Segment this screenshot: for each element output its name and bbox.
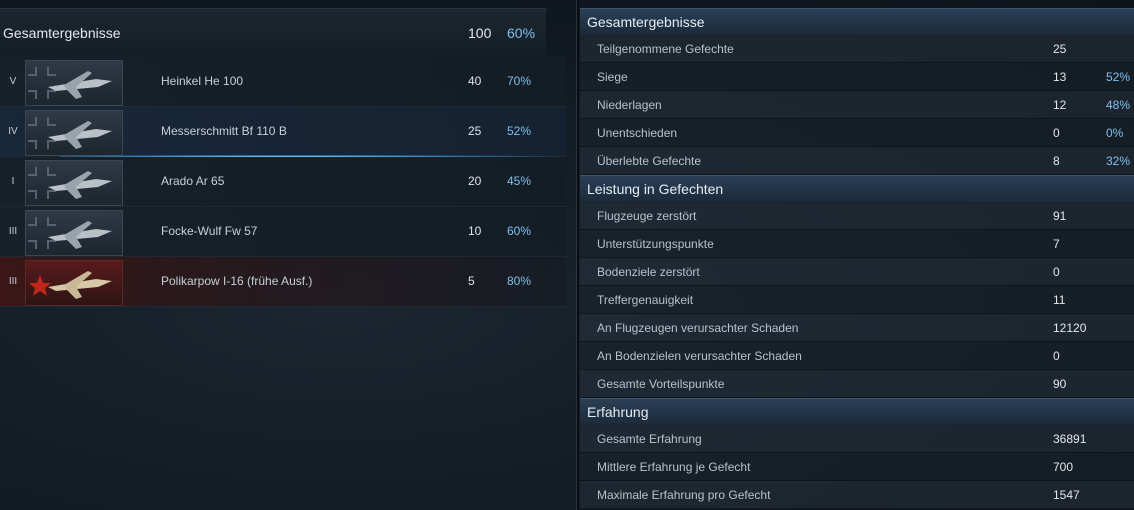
aircraft-row[interactable]: I Arado Ar 65 20 45% — [0, 157, 566, 207]
stat-value: 12 — [1053, 98, 1067, 112]
stat-row: Niederlagen 12 48% — [580, 91, 1134, 119]
section-title: Leistung in Gefechten — [587, 181, 724, 197]
stat-row: Gesamte Erfahrung 36891 — [580, 425, 1134, 453]
stat-value: 0 — [1053, 126, 1060, 140]
aircraft-panel: Gesamtergebnisse 100 60% V Heinkel He 100… — [0, 0, 566, 510]
balkenkreuz-icon — [28, 217, 56, 249]
stat-row: Mittlere Erfahrung je Gefecht 700 — [580, 453, 1134, 481]
aircraft-battle-count: 40 — [468, 74, 482, 88]
balkenkreuz-icon — [28, 167, 56, 199]
aircraft-name: Focke-Wulf Fw 57 — [161, 224, 258, 238]
stat-row: Maximale Erfahrung pro Gefecht 1547 — [580, 481, 1134, 509]
stat-percentage: 48% — [1106, 98, 1131, 112]
aircraft-thumbnail — [25, 260, 123, 306]
aircraft-battle-count: 25 — [468, 124, 482, 138]
section-title: Erfahrung — [587, 404, 649, 420]
aircraft-thumbnail — [25, 160, 123, 206]
aircraft-row[interactable]: V Heinkel He 100 40 70% — [0, 57, 566, 107]
stat-value: 8 — [1053, 154, 1060, 168]
stat-percentage: 32% — [1106, 154, 1131, 168]
stat-percentage: 0% — [1106, 126, 1124, 140]
aircraft-thumbnail — [25, 110, 123, 156]
section-title: Gesamtergebnisse — [587, 14, 705, 30]
aircraft-thumbnail — [25, 60, 123, 106]
stat-label: Überlebte Gefechte — [597, 154, 702, 168]
aircraft-win-rate: 70% — [507, 74, 532, 88]
stat-value: 12120 — [1053, 321, 1087, 335]
stat-row: Teilgenommene Gefechte 25 — [580, 35, 1134, 63]
aircraft-battle-count: 20 — [468, 174, 482, 188]
stat-row: Gesamte Vorteilspunkte 90 — [580, 370, 1134, 398]
aircraft-row[interactable]: IV Messerschmitt Bf 110 B 25 52% — [0, 107, 566, 158]
stat-value: 0 — [1053, 349, 1060, 363]
aircraft-summary-header: Gesamtergebnisse 100 60% — [0, 8, 546, 58]
stat-row: Überlebte Gefechte 8 32% — [580, 147, 1134, 175]
aircraft-name: Heinkel He 100 — [161, 74, 244, 88]
stat-percentage: 52% — [1106, 70, 1131, 84]
stat-row: Unterstützungspunkte 7 — [580, 230, 1134, 258]
stat-value: 91 — [1053, 209, 1067, 223]
section-header: Erfahrung — [580, 398, 1134, 426]
stat-row: An Flugzeugen verursachter Schaden 12120 — [580, 314, 1134, 342]
panel-divider — [576, 0, 579, 510]
stat-label: Gesamte Erfahrung — [597, 432, 702, 446]
stat-label: Siege — [597, 70, 628, 84]
stat-value: 13 — [1053, 70, 1067, 84]
summary-battle-count: 100 — [468, 25, 492, 41]
stat-value: 36891 — [1053, 432, 1087, 446]
stat-label: Mittlere Erfahrung je Gefecht — [597, 460, 751, 474]
stat-row: Siege 13 52% — [580, 63, 1134, 91]
balkenkreuz-icon — [28, 67, 56, 99]
aircraft-battle-count: 5 — [468, 274, 475, 288]
aircraft-tier: III — [8, 276, 18, 287]
aircraft-name: Polikarpow I-16 (frühe Ausf.) — [161, 274, 313, 288]
aircraft-thumbnail — [25, 210, 123, 256]
section-header: Gesamtergebnisse — [580, 8, 1134, 36]
summary-win-rate: 60% — [507, 25, 536, 41]
stat-value: 11 — [1053, 293, 1066, 307]
aircraft-win-rate: 52% — [507, 124, 532, 138]
stat-row: Bodenziele zerstört 0 — [580, 258, 1134, 286]
stat-label: Niederlagen — [597, 98, 662, 112]
stat-value: 0 — [1053, 265, 1060, 279]
stat-row: Unentschieden 0 0% — [580, 119, 1134, 147]
balkenkreuz-icon — [28, 117, 56, 149]
aircraft-name: Arado Ar 65 — [161, 174, 225, 188]
aircraft-win-rate: 60% — [507, 224, 532, 238]
aircraft-tier: V — [9, 76, 17, 87]
aircraft-win-rate: 80% — [507, 274, 532, 288]
stat-row: Treffergenauigkeit 11 — [580, 286, 1134, 314]
stat-value: 25 — [1053, 42, 1067, 56]
section-header: Leistung in Gefechten — [580, 175, 1134, 203]
stat-label: Bodenziele zerstört — [597, 265, 700, 279]
stat-row: An Bodenzielen verursachter Schaden 0 — [580, 342, 1134, 370]
stat-label: Maximale Erfahrung pro Gefecht — [597, 488, 771, 502]
stat-value: 7 — [1053, 237, 1060, 251]
stat-label: Treffergenauigkeit — [597, 293, 694, 307]
stat-value: 1547 — [1053, 488, 1080, 502]
stat-label: Flugzeuge zerstört — [597, 209, 697, 223]
summary-title: Gesamtergebnisse — [3, 25, 121, 41]
aircraft-row[interactable]: III Focke-Wulf Fw 57 10 60% — [0, 207, 566, 257]
aircraft-tier: IV — [8, 126, 18, 137]
stat-label: An Flugzeugen verursachter Schaden — [597, 321, 799, 335]
aircraft-tier: III — [8, 226, 18, 237]
stat-value: 700 — [1053, 460, 1074, 474]
stat-label: An Bodenzielen verursachter Schaden — [597, 349, 802, 363]
stat-label: Teilgenommene Gefechte — [597, 42, 734, 56]
stat-row: Flugzeuge zerstört 91 — [580, 202, 1134, 230]
aircraft-row[interactable]: III Polikarpow I-16 (frühe Ausf.) 5 80% — [0, 257, 566, 307]
statistics-panel: Gesamtergebnisse Teilgenommene Gefechte 25… — [580, 0, 1134, 510]
aircraft-battle-count: 10 — [468, 224, 482, 238]
stat-label: Unterstützungspunkte — [597, 237, 714, 251]
stat-label: Gesamte Vorteilspunkte — [597, 377, 725, 391]
stat-label: Unentschieden — [597, 126, 678, 140]
aircraft-win-rate: 45% — [507, 174, 532, 188]
stat-value: 90 — [1053, 377, 1067, 391]
aircraft-tier: I — [11, 176, 15, 187]
aircraft-name: Messerschmitt Bf 110 B — [161, 124, 287, 138]
red-star-icon — [29, 275, 51, 296]
